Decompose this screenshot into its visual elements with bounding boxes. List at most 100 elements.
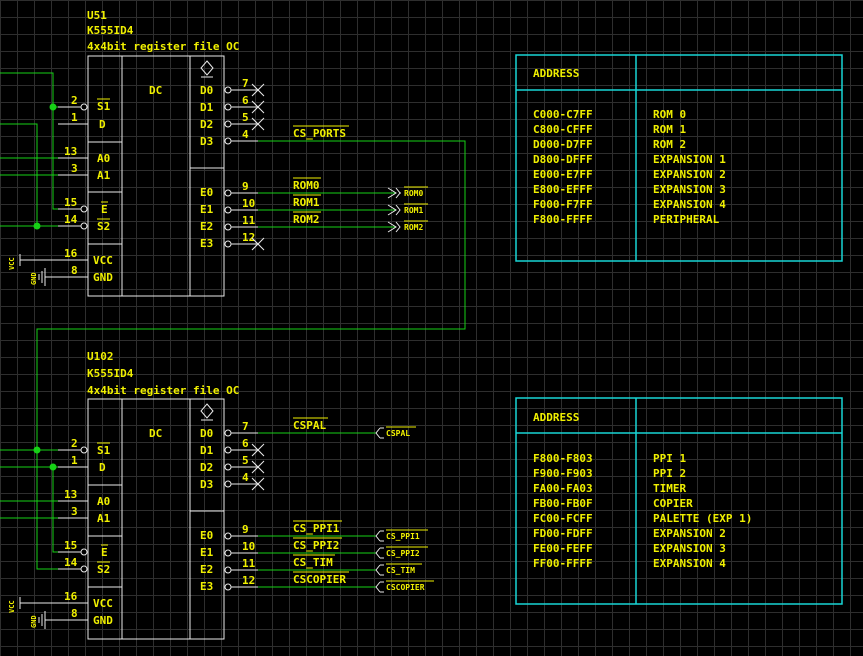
u51-out-label-d2: D2	[200, 118, 213, 131]
table1-target: EXPANSION 3	[653, 183, 726, 196]
u102-pin-3: 3	[71, 505, 78, 518]
table1-range: C000-C7FF	[533, 108, 593, 121]
u51-pin-6: 6	[242, 94, 249, 107]
u51-out-label-e0: E0	[200, 186, 213, 199]
u102-in-label-vcc: VCC	[93, 597, 113, 610]
table2-range: FF00-FFFF	[533, 557, 593, 570]
u102-pin-11: 11	[242, 557, 256, 570]
svg-text:VCC: VCC	[8, 257, 16, 270]
u51-desc: 4x4bit register file OC	[87, 40, 239, 53]
net-cs-ppi2: CS_PPI2	[293, 539, 339, 552]
table1-range: F000-F7FF	[533, 198, 593, 211]
u102-out-label-e1: E1	[200, 546, 214, 559]
table2-range: FA00-FA03	[533, 482, 593, 495]
u51-pin-11: 11	[242, 214, 256, 227]
table2-target: PPI 1	[653, 452, 686, 465]
table1-target: EXPANSION 2	[653, 168, 726, 181]
port-rom1: ROM1	[404, 206, 423, 215]
table2-range: FB00-FB0F	[533, 497, 593, 510]
u102-component[interactable]: U102 K555ID4 4x4bit register file OC DC …	[8, 350, 265, 640]
u51-oc-symbol	[200, 60, 214, 78]
u102-power-symbols: VCC GND	[8, 597, 58, 629]
u51-pin-14: 14	[64, 213, 78, 226]
u102-ref: U102	[87, 350, 114, 363]
u102-out-label-d1: D1	[200, 444, 214, 457]
table1-target: ROM 0	[653, 108, 686, 121]
port-cs-ppi1: CS_PPI1	[386, 532, 420, 541]
u51-ref: U51	[87, 9, 107, 22]
table2-target: PPI 2	[653, 467, 686, 480]
table2-target: EXPANSION 2	[653, 527, 726, 540]
net-cscopier: CSCOPIER	[293, 573, 346, 586]
table1-target: ROM 1	[653, 123, 686, 136]
table2-target: TIMER	[653, 482, 686, 495]
net-rom1: ROM1	[293, 196, 320, 209]
table1-target: EXPANSION 4	[653, 198, 726, 211]
u51-pin-4: 4	[242, 128, 249, 141]
u102-pin-8: 8	[71, 607, 78, 620]
u102-pin-13: 13	[64, 488, 77, 501]
u102-pin-16: 16	[64, 590, 78, 603]
u102-out-label-e2: E2	[200, 563, 213, 576]
u102-pin-15: 15	[64, 539, 77, 552]
table2-range: FD00-FDFF	[533, 527, 593, 540]
u51-component[interactable]: U51 K555ID4 4x4bit register file OC DC S…	[8, 9, 265, 297]
u51-in-label-vcc: VCC	[93, 254, 113, 267]
u51-part: K555ID4	[87, 24, 134, 37]
table2-target: PALETTE (EXP 1)	[653, 512, 752, 525]
table1-range: E800-EFFF	[533, 183, 593, 196]
port-cs-ppi2: CS_PPI2	[386, 549, 420, 558]
schematic-canvas: U51 K555ID4 4x4bit register file OC DC S…	[0, 9, 843, 640]
u102-ports: CSPAL CS_PPI1 CS_PPI2 CS_TIM CSCOPIER	[375, 426, 434, 593]
table2-header: ADDRESS	[533, 411, 579, 424]
u102-in-label-d: D	[99, 461, 106, 474]
address-table-1: ADDRESS C000-C7FF ROM 0 C800-CFFF ROM 1 …	[515, 54, 843, 262]
u102-pin-4: 4	[242, 471, 249, 484]
u51-out-label-e2: E2	[200, 220, 213, 233]
u102-out-label-e3: E3	[200, 580, 213, 593]
u51-in-label-a0: A0	[97, 152, 110, 165]
u102-pin-7: 7	[242, 420, 249, 433]
u51-pin-9: 9	[242, 180, 249, 193]
u51-pin-13: 13	[64, 145, 77, 158]
table2-range: F900-F903	[533, 467, 593, 480]
u102-pin-9: 9	[242, 523, 249, 536]
u51-pin-1: 1	[71, 111, 78, 124]
u102-pin-10: 10	[242, 540, 255, 553]
net-cs-ports: CS_PORTS	[293, 127, 346, 140]
u51-in-label-d: D	[99, 118, 106, 131]
port-cs-tim: CS_TIM	[386, 566, 415, 575]
table2-range: FE00-FEFF	[533, 542, 593, 555]
table2-range: FC00-FCFF	[533, 512, 593, 525]
u102-net-labels: CSPAL CS_PPI1 CS_PPI2 CS_TIM CSCOPIER	[293, 417, 349, 586]
u51-pin-2: 2	[71, 94, 78, 107]
u51-pin-3: 3	[71, 162, 78, 175]
table1-range: F800-FFFF	[533, 213, 593, 226]
table2-target: EXPANSION 4	[653, 557, 726, 570]
u102-dc-label: DC	[149, 427, 162, 440]
u102-in-label-s2: S2	[97, 563, 110, 576]
svg-text:VCC: VCC	[8, 600, 16, 613]
u102-pin-6: 6	[242, 437, 249, 450]
u51-pin-16: 16	[64, 247, 78, 260]
u51-in-label-a1: A1	[97, 169, 111, 182]
u51-out-label-d1: D1	[200, 101, 214, 114]
net-cs-tim: CS_TIM	[293, 556, 333, 569]
port-cscopier: CSCOPIER	[386, 583, 425, 592]
net-cspal: CSPAL	[293, 419, 326, 432]
u51-dc-label: DC	[149, 84, 162, 97]
u51-in-label-gnd: GND	[93, 271, 113, 284]
u102-in-label-a1: A1	[97, 512, 111, 525]
svg-text:GND: GND	[30, 615, 38, 628]
u51-pin-7: 7	[242, 77, 249, 90]
u51-in-label-s2: S2	[97, 220, 110, 233]
table2-range: F800-F803	[533, 452, 593, 465]
u102-oc-symbol	[200, 403, 214, 421]
table1-range: D000-D7FF	[533, 138, 593, 151]
u102-desc: 4x4bit register file OC	[87, 384, 239, 397]
u51-in-label-s1: S1	[97, 100, 111, 113]
u102-pin-1: 1	[71, 454, 78, 467]
u51-pin-15: 15	[64, 196, 77, 209]
u102-in-label-e: E	[101, 546, 108, 559]
u51-power-symbols: VCC GND	[8, 254, 58, 286]
